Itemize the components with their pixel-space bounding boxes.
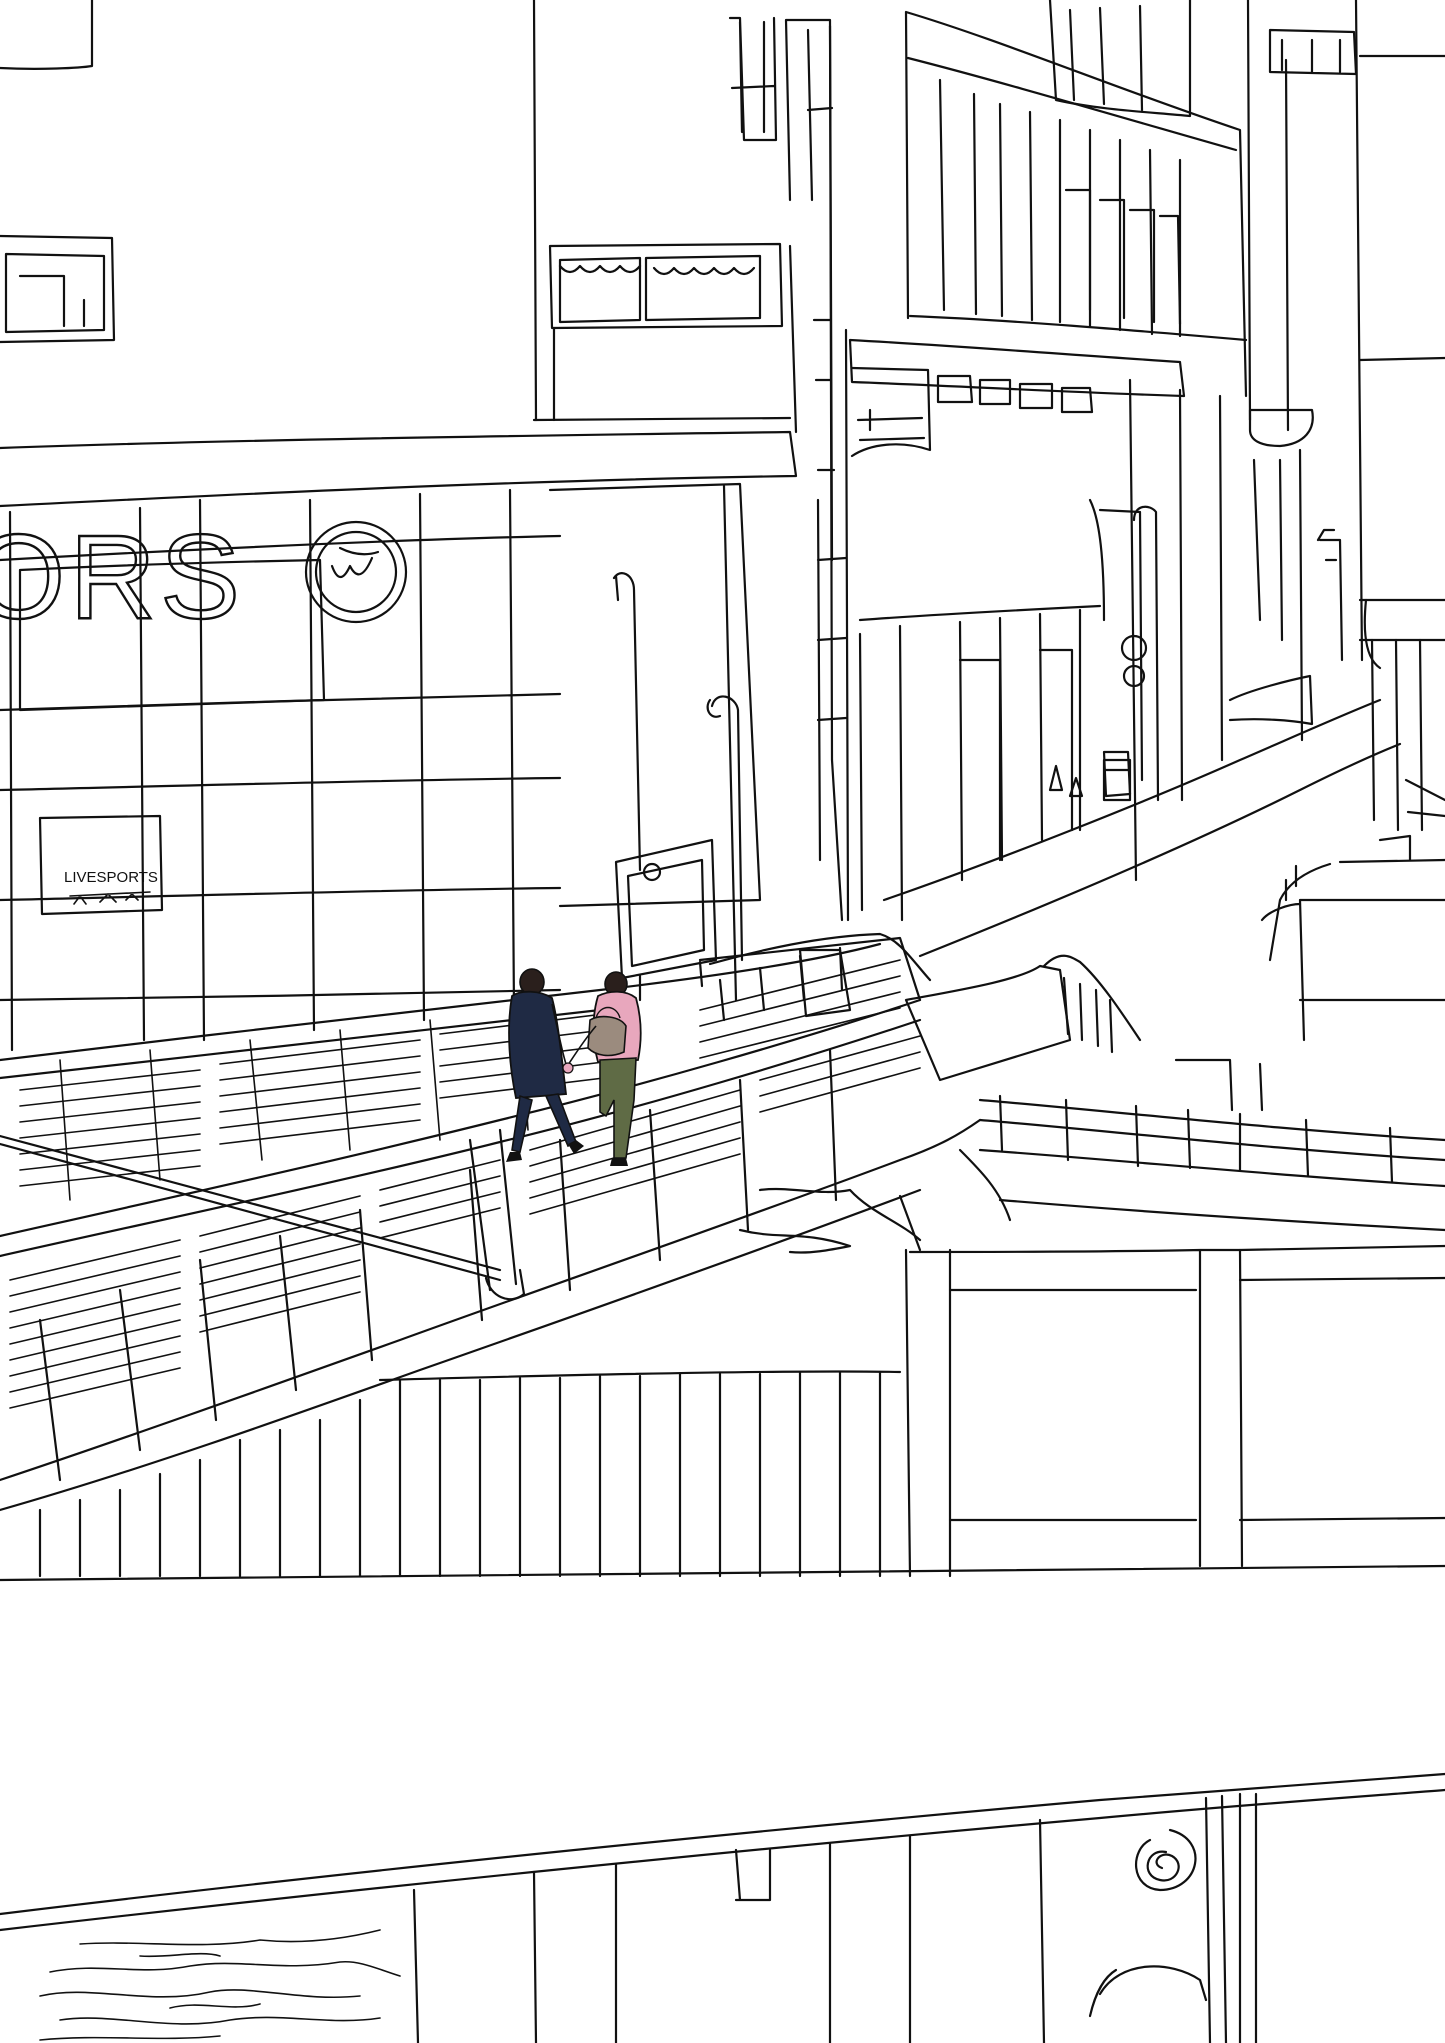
river-bank (0, 1772, 1445, 2043)
line-art-street-scene: ORS LIVESPORTS (0, 0, 1445, 2043)
info-sign-board (614, 838, 718, 1002)
small-store-sign: LIVESPORTS (64, 869, 158, 886)
lower-structure (0, 1148, 1445, 1582)
spiral-ornament-icon (1135, 1828, 1197, 1892)
street (882, 638, 1445, 958)
center-buildings (728, 0, 1445, 922)
left-building: ORS LIVESPORTS (0, 0, 798, 1052)
footbridge (0, 834, 1445, 1512)
store-sign-letters: ORS (0, 510, 244, 644)
